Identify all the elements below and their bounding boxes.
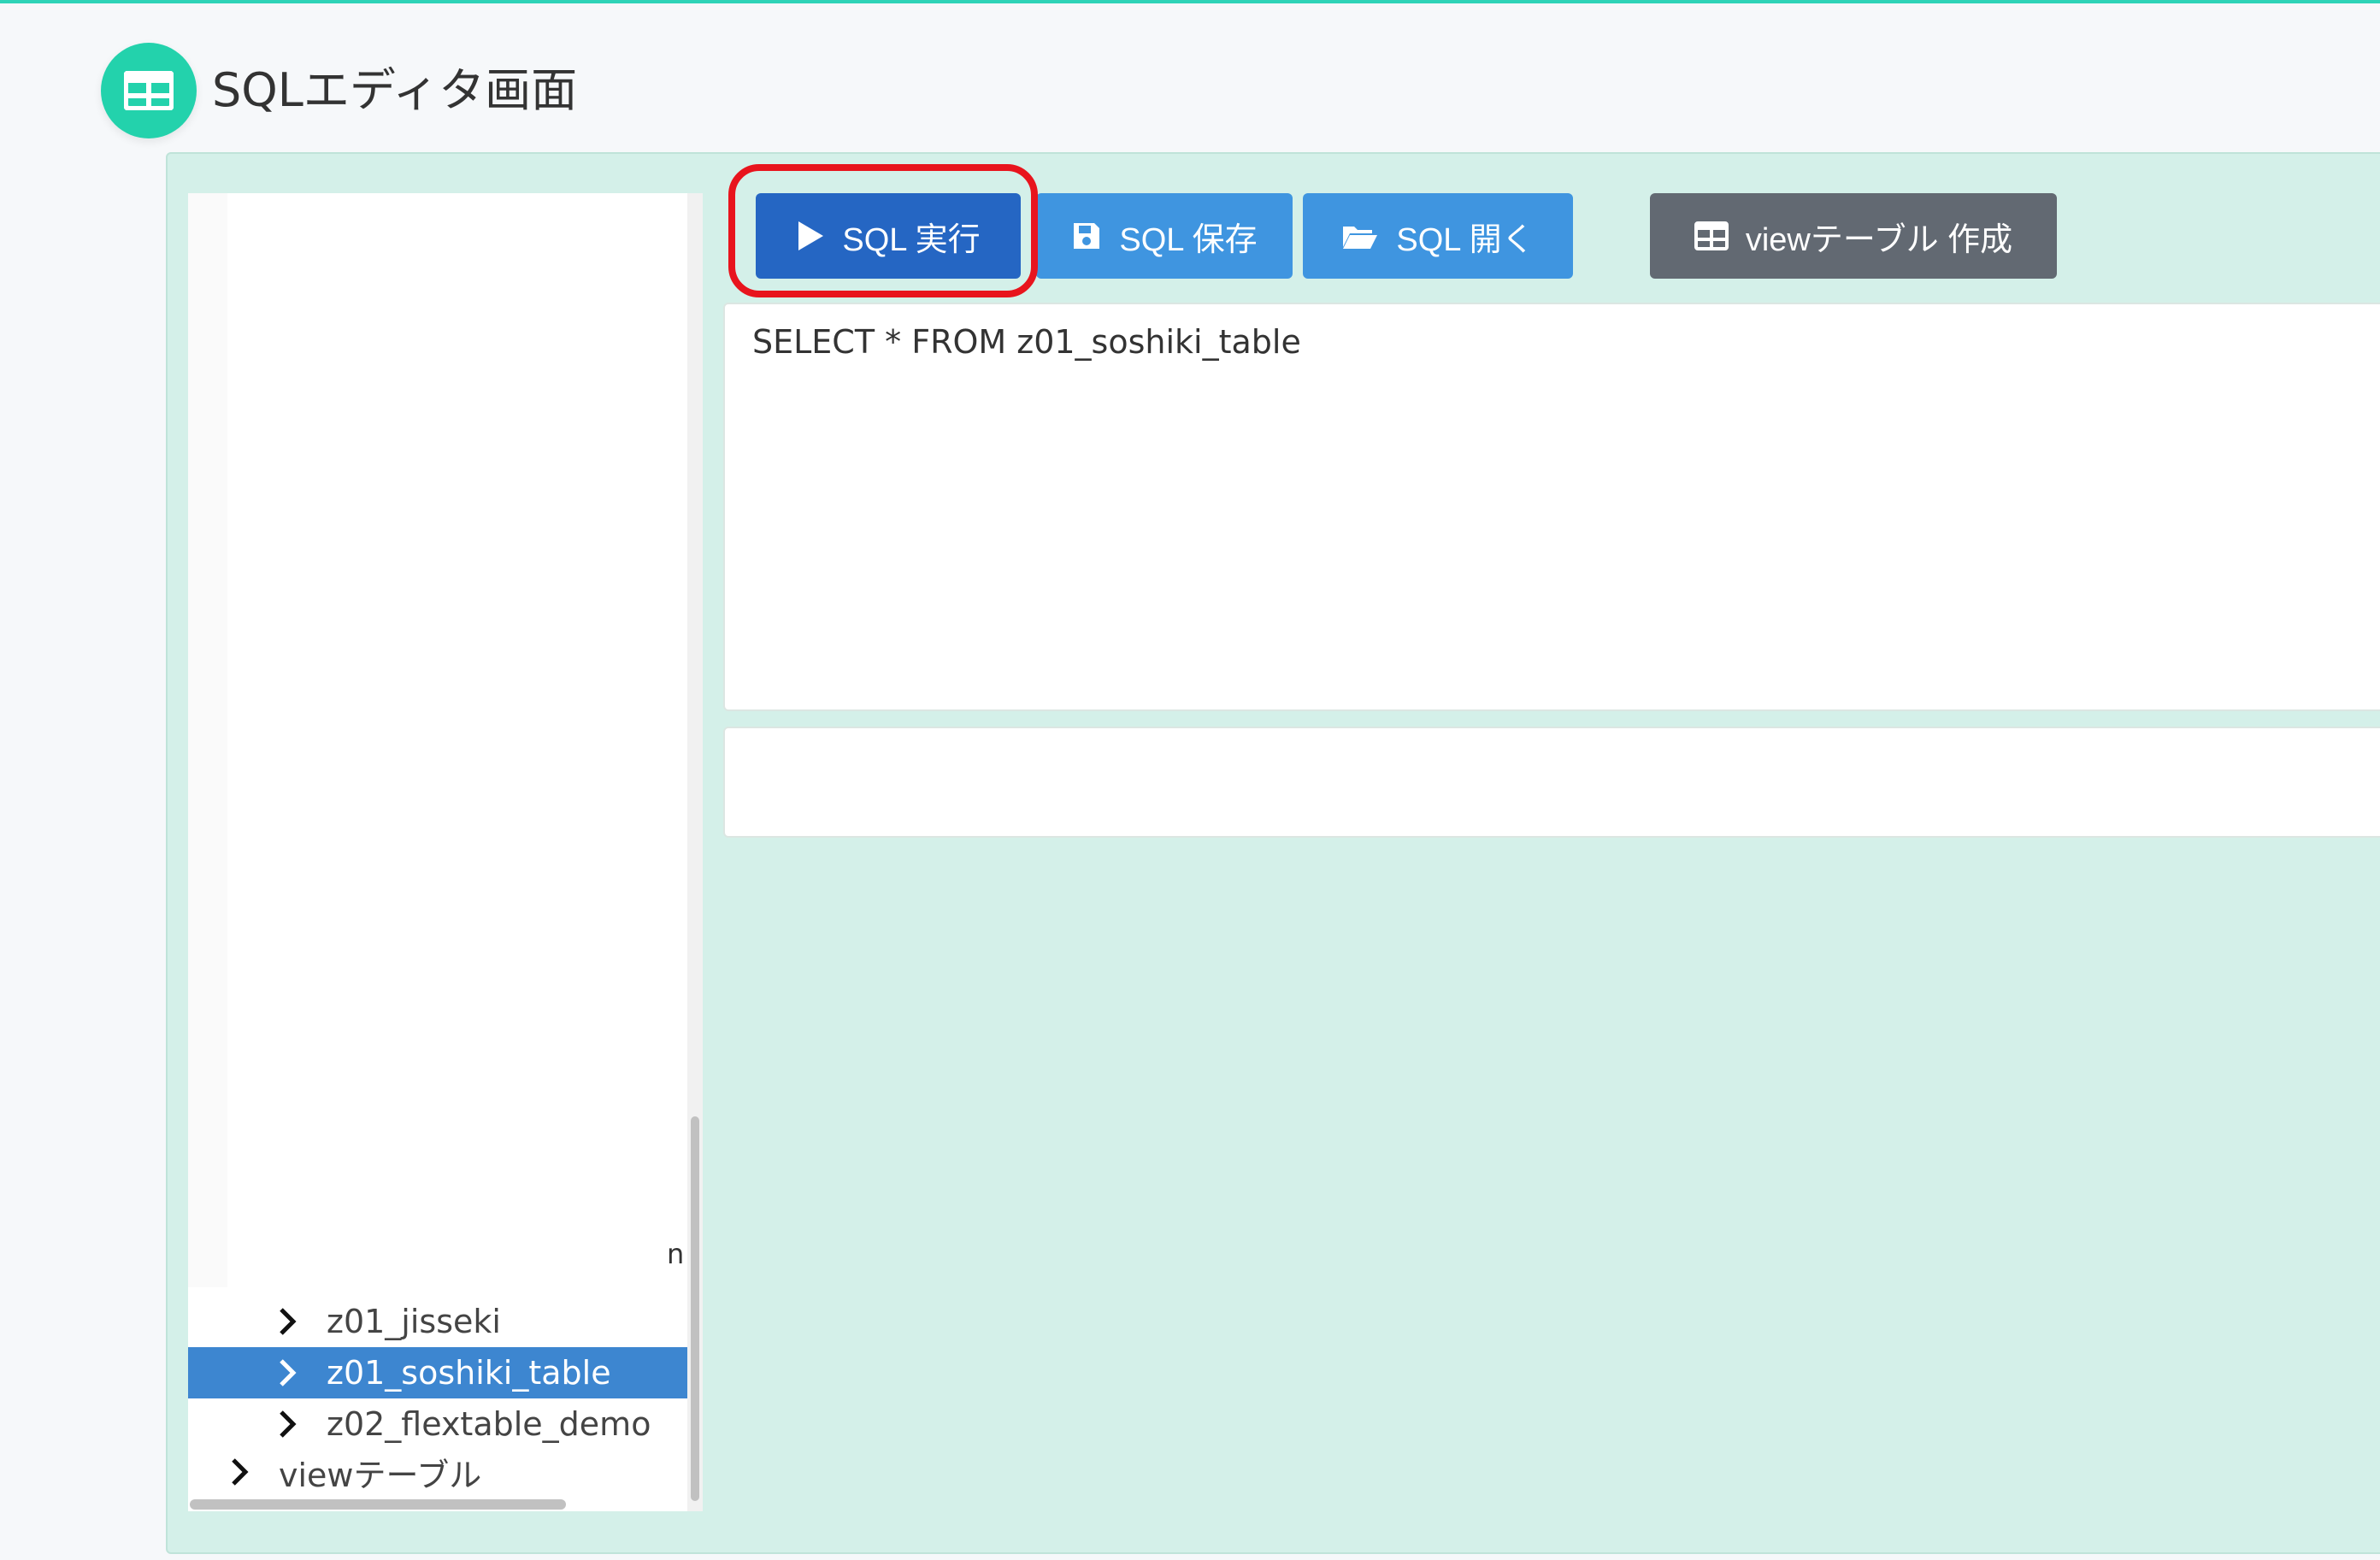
run-button-highlight (728, 164, 1038, 297)
tree-item-z02-flextable-demo[interactable]: z02_flextable_demo (262, 1398, 689, 1450)
sql-open-label: SQL 開く (1396, 221, 1535, 258)
tree-clipped-item (282, 193, 692, 209)
tree-blank-area (227, 193, 689, 1284)
tree-item-z01-jisseki[interactable]: z01_jisseki (262, 1296, 689, 1347)
table-tree-panel: n z01_jisseki z01_soshiki_table z02_flex… (188, 193, 703, 1511)
sql-editor-textarea[interactable]: SELECT * FROM z01_soshiki_table (723, 303, 2380, 711)
chevron-right-icon (270, 1407, 304, 1441)
tree-clipped-text: n (667, 1238, 685, 1270)
sql-save-button[interactable]: SQL 保存 (1036, 193, 1293, 279)
tree-item-label: z02_flextable_demo (327, 1405, 651, 1443)
chevron-right-icon (270, 1304, 304, 1339)
sql-open-button[interactable]: SQL 開く (1303, 193, 1573, 279)
tree-item-view-tables[interactable]: viewテーブル (214, 1446, 689, 1498)
floppy-disk-icon (1071, 221, 1102, 251)
sql-save-label: SQL 保存 (1119, 221, 1258, 258)
tree-horizontal-scroll-thumb[interactable] (190, 1499, 566, 1510)
tree-item-z01-soshiki-table[interactable]: z01_soshiki_table (188, 1347, 689, 1398)
sql-query-text: SELECT * FROM z01_soshiki_table (752, 323, 1301, 361)
sql-result-area (723, 727, 2380, 838)
table-grid-icon (1694, 221, 1729, 250)
page-header: SQLエディタ画面 (0, 3, 2380, 149)
tree-vertical-scroll-thumb[interactable] (691, 1116, 699, 1501)
tree-item-label: viewテーブル (279, 1456, 482, 1494)
page-title: SQLエディタ画面 (212, 63, 578, 117)
create-view-table-label: viewテーブル 作成 (1745, 221, 2013, 258)
chevron-right-icon (270, 1356, 304, 1390)
table-grid-icon (101, 43, 197, 138)
tree-indent-strip (188, 193, 227, 1287)
chevron-right-icon (222, 1455, 256, 1489)
folder-open-icon (1341, 221, 1379, 250)
create-view-table-button[interactable]: viewテーブル 作成 (1650, 193, 2057, 279)
tree-item-label: z01_soshiki_table (327, 1354, 611, 1392)
tree-item-label: z01_jisseki (327, 1303, 501, 1340)
